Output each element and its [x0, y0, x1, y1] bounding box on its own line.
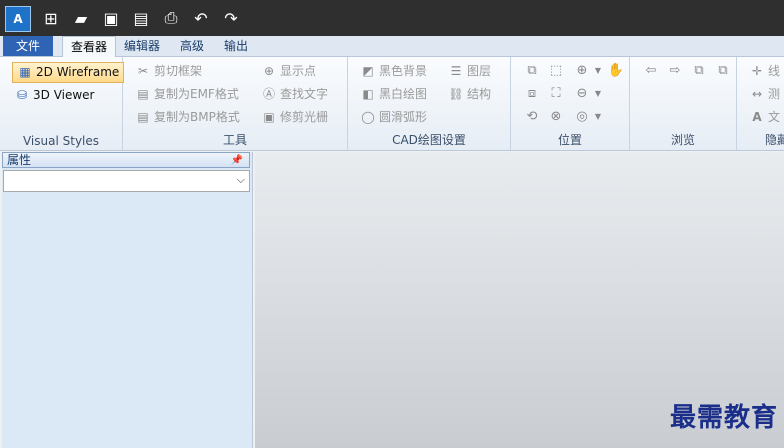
group-label-hidden: 隐藏	[765, 133, 784, 147]
wireframe-2d-label: 2D Wireframe	[36, 65, 120, 79]
properties-panel-header: 属性 📌	[2, 152, 250, 168]
ribbon-tab-row: 文件 查看器 编辑器 高级 输出	[0, 36, 784, 57]
redo-icon[interactable]: ↷	[220, 7, 242, 29]
copy-emf-label: 复制为EMF格式	[154, 87, 239, 101]
show-points-label: 显示点	[280, 64, 317, 78]
show-points-button[interactable]: ⊕ 显示点	[261, 61, 316, 81]
group-label-browse: 浏览	[670, 133, 695, 147]
group-browse: ⇦ ⇨ ⧉ ⧉ 浏览	[630, 57, 737, 150]
line-label: 线	[768, 64, 781, 78]
wireframe-icon: ▦	[19, 65, 31, 79]
bw-drawing-label: 黑白绘图	[379, 87, 428, 101]
new-icon[interactable]: ⊞	[40, 7, 62, 29]
black-background-button[interactable]: ◩ 黑色背景	[360, 61, 427, 81]
tab-file[interactable]: 文件	[3, 36, 53, 56]
raster-icon: ▣	[263, 110, 275, 124]
black-bg-label: 黑色背景	[379, 64, 428, 78]
layers-label: 图层	[467, 64, 492, 78]
line-icon: ✛	[751, 64, 763, 78]
structure-button[interactable]: ⛓ 结构	[448, 84, 491, 104]
cylinder-icon: ⛁	[16, 88, 28, 102]
layers-icon: ☰	[450, 64, 462, 78]
rotate-3d-icon[interactable]: ⟲	[523, 108, 541, 126]
zoom-rect-icon[interactable]: ⬚	[547, 62, 565, 80]
group-label-cad-settings: CAD绘图设置	[392, 133, 466, 147]
group-label-visual-styles: Visual Styles	[22, 134, 100, 148]
pin-icon[interactable]: 📌	[231, 153, 243, 168]
wireframe-2d-button[interactable]: ▦ 2D Wireframe	[12, 62, 125, 83]
measure-button[interactable]: ↔ 测	[749, 84, 780, 104]
measure-icon: ↔	[751, 87, 763, 101]
find-text-label: 查找文字	[280, 87, 329, 101]
text-label: 文	[768, 110, 781, 124]
tab-advanced[interactable]: 高级	[172, 36, 212, 56]
arc-icon: ◯	[361, 110, 375, 124]
zoom-in-dropdown-icon[interactable]: ▼	[589, 62, 607, 80]
clip-icon: ✂	[137, 64, 149, 78]
smooth-arc-label: 圆滑弧形	[379, 110, 428, 124]
drawing-canvas[interactable]: 最需教育	[255, 152, 784, 448]
bw-drawing-button[interactable]: ◧ 黑白绘图	[360, 84, 427, 104]
copy-bmp-button[interactable]: ▤ 复制为BMP格式	[135, 107, 240, 127]
group-tools: ✂ 剪切框架 ▤ 复制为EMF格式 ▤ 复制为BMP格式 ⊕ 显示点 Ⓐ 查找文字 ▣ 修剪…	[123, 57, 348, 150]
trim-raster-label: 修剪光栅	[280, 110, 329, 124]
open-folder-icon[interactable]: ▰	[70, 7, 92, 29]
measure-label: 测	[768, 87, 781, 101]
zoom-previous-icon[interactable]: ⧈	[523, 85, 541, 103]
layers-button[interactable]: ☰ 图层	[448, 61, 491, 81]
ribbon: ▦ 2D Wireframe ⛁ 3D Viewer Visual Styles ✂…	[0, 57, 784, 151]
pan-hand-icon[interactable]: ✋	[607, 62, 625, 80]
zoom-out-dropdown-icon[interactable]: ▼	[589, 85, 607, 103]
emf-icon: ▤	[137, 87, 149, 101]
prev-layout-icon[interactable]: ⧉	[690, 62, 708, 80]
properties-object-select[interactable]: ⌵	[3, 170, 250, 192]
zoom-extents-icon[interactable]: ⛶	[547, 85, 565, 103]
undo-icon[interactable]: ↶	[190, 7, 212, 29]
smooth-arc-button[interactable]: ◯ 圆滑弧形	[360, 107, 427, 127]
find-text-button[interactable]: Ⓐ 查找文字	[261, 84, 328, 104]
text-icon: A	[752, 110, 762, 124]
group-visual-styles: ▦ 2D Wireframe ⛁ 3D Viewer Visual Styles	[0, 57, 125, 150]
properties-panel-title: 属性	[7, 153, 32, 167]
zoom-window-icon[interactable]: ⧉	[523, 62, 541, 80]
group-label-tools: 工具	[222, 133, 247, 147]
print-icon[interactable]: ⎙	[160, 7, 182, 29]
chevron-down-icon[interactable]: ⌵	[237, 173, 245, 187]
clip-frame-button[interactable]: ✂ 剪切框架	[135, 61, 202, 81]
line-button[interactable]: ✛ 线	[749, 61, 780, 81]
copy-emf-button[interactable]: ▤ 复制为EMF格式	[135, 84, 239, 104]
black-bg-icon: ◩	[362, 64, 374, 78]
text-button[interactable]: A文	[749, 107, 780, 127]
forward-arrow-icon[interactable]: ⇨	[666, 62, 684, 80]
structure-icon: ⛓	[448, 87, 464, 101]
back-arrow-icon[interactable]: ⇦	[642, 62, 660, 80]
tab-output[interactable]: 输出	[216, 36, 256, 56]
viewer-3d-button[interactable]: ⛁ 3D Viewer	[14, 85, 95, 105]
watermark-text: 最需教育	[669, 403, 778, 433]
tab-editor[interactable]: 编辑器	[116, 36, 168, 56]
copy-bmp-label: 复制为BMP格式	[154, 110, 240, 124]
zoom-realtime-icon[interactable]: ⊗	[547, 108, 565, 126]
save-as-pdf-icon[interactable]: ▤	[130, 7, 152, 29]
find-text-icon: Ⓐ	[262, 87, 275, 101]
app-logo[interactable]: A	[5, 6, 31, 32]
next-layout-icon[interactable]: ⧉	[714, 62, 732, 80]
structure-label: 结构	[467, 87, 492, 101]
trim-raster-button[interactable]: ▣ 修剪光栅	[261, 107, 328, 127]
bmp-icon: ▤	[137, 110, 149, 124]
tab-viewer[interactable]: 查看器	[62, 36, 117, 57]
quick-access-toolbar: A ⊞ ▰ ▣ ▤ ⎙ ↶ ↷	[0, 0, 784, 36]
group-cad-settings: ◩ 黑色背景 ◧ 黑白绘图 ◯ 圆滑弧形 ☰ 图层 ⛓ 结构 CAD绘图设置	[348, 57, 511, 150]
group-hidden: ✛ 线 ↔ 测 A文 隐藏	[737, 57, 784, 150]
save-icon[interactable]: ▣	[100, 7, 122, 29]
properties-panel: 属性 📌 ⌵	[2, 152, 253, 448]
bw-icon: ◧	[362, 87, 374, 101]
clip-frame-label: 剪切框架	[154, 64, 203, 78]
viewer-3d-label: 3D Viewer	[33, 88, 95, 102]
group-label-position: 位置	[557, 133, 582, 147]
view-dropdown-icon[interactable]: ▼	[589, 108, 607, 126]
group-position: ⧉ ⬚ ⊕ ▼ ✋ ⧈ ⛶ ⊖ ▼ ⟲ ⊗ ◎ ▼ 位置	[511, 57, 630, 150]
crosshair-icon: ⊕	[263, 64, 275, 78]
